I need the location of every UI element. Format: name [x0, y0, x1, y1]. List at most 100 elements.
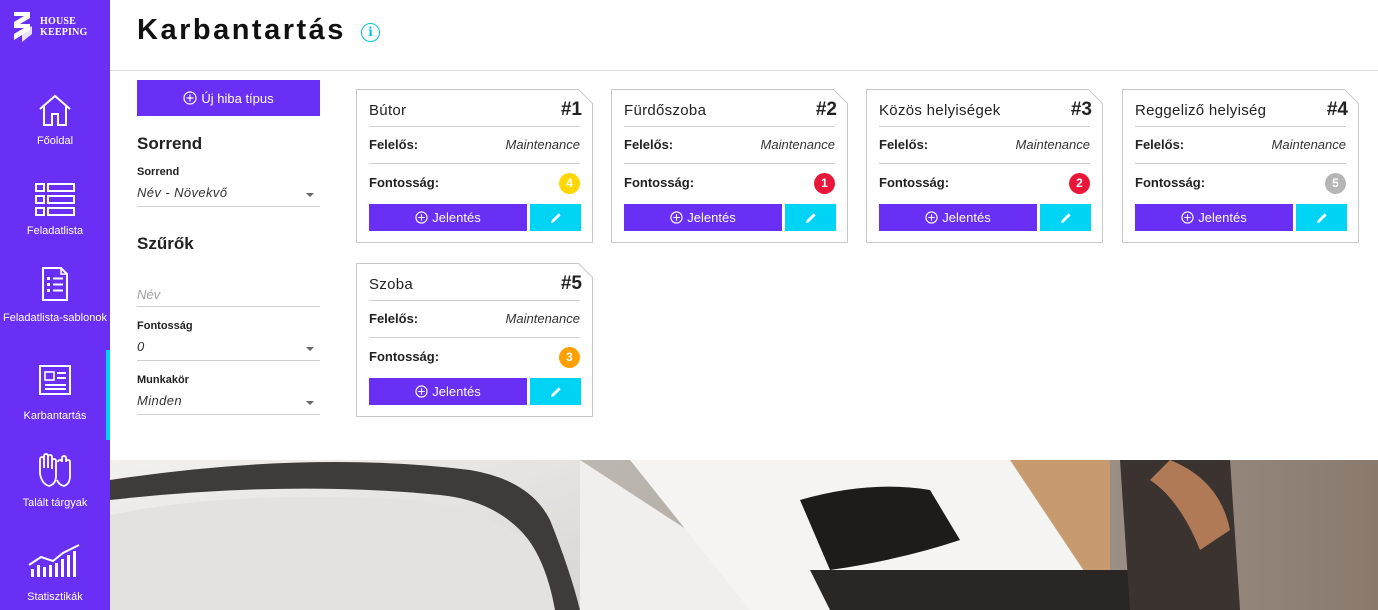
- caret-down-icon: [306, 347, 314, 351]
- fault-type-card: Reggeliző helyiség #4 Felelős: Maintenance F…: [1122, 89, 1359, 243]
- maintenance-document-icon: [39, 365, 71, 395]
- sidebar-item-maintenance[interactable]: Karbantartás: [0, 364, 110, 424]
- edit-button[interactable]: [530, 378, 581, 405]
- card-title: Bútor: [369, 102, 407, 119]
- report-button[interactable]: Jelentés: [1135, 204, 1293, 231]
- card-divider: [369, 126, 580, 127]
- priority-badge: 1: [814, 173, 835, 194]
- card-title: Fürdőszoba: [624, 102, 707, 119]
- home-icon: [39, 94, 71, 126]
- responsible-label: Felelős:: [1135, 137, 1185, 152]
- role-label: Munkakör: [137, 374, 189, 386]
- card-number: #1: [560, 99, 582, 120]
- card-divider: [624, 163, 835, 164]
- sidebar-item-tasklist-templates[interactable]: Feladatlista-sablonok: [0, 266, 110, 326]
- sidebar-item-tasklist[interactable]: Feladatlista: [0, 182, 110, 239]
- active-indicator: [106, 350, 110, 440]
- report-button[interactable]: Jelentés: [879, 204, 1037, 231]
- pencil-icon: [805, 212, 816, 223]
- sidebar-item-label: Statisztikák: [27, 591, 83, 603]
- report-button[interactable]: Jelentés: [624, 204, 782, 231]
- plus-circle-icon: [415, 385, 428, 398]
- responsible-label: Felelős:: [369, 137, 419, 152]
- sort-select-value: Név - Növekvő: [137, 185, 228, 200]
- edit-button[interactable]: [530, 204, 581, 231]
- card-number: #2: [815, 99, 837, 120]
- fault-type-card: Fürdőszoba #2 Felelős: Maintenance Fontosság…: [611, 89, 848, 243]
- card-number: #4: [1326, 99, 1348, 120]
- pencil-icon: [1316, 212, 1327, 223]
- priority-label: Fontosság:: [624, 175, 695, 190]
- priority-label: Fontosság:: [879, 175, 950, 190]
- pencil-icon: [1060, 212, 1071, 223]
- plus-circle-icon: [415, 211, 428, 224]
- caret-down-icon: [306, 193, 314, 197]
- sidebar-item-statistics[interactable]: Statisztikák: [0, 543, 110, 605]
- fault-type-card: Bútor #1 Felelős: Maintenance Fontosság: 4 Jel…: [356, 89, 593, 243]
- priority-badge: 3: [559, 347, 580, 368]
- sidebar-item-label: Főoldal: [36, 135, 74, 147]
- name-filter-input[interactable]: [137, 282, 320, 307]
- report-button[interactable]: Jelentés: [369, 204, 527, 231]
- sidebar-item-lost-found[interactable]: Talált tárgyak: [0, 452, 110, 511]
- edit-button[interactable]: [785, 204, 836, 231]
- sidebar-item-label: Karbantartás: [23, 410, 87, 422]
- sort-label: Sorrend: [137, 166, 180, 178]
- report-button-label: Jelentés: [432, 384, 481, 399]
- card-divider: [369, 163, 580, 164]
- pencil-icon: [550, 386, 561, 397]
- card-divider: [369, 300, 580, 301]
- card-divider: [879, 163, 1090, 164]
- gloves-icon: [39, 453, 71, 487]
- page-header: Karbantartás i: [110, 0, 1378, 71]
- fault-type-card: Közös helyiségek #3 Felelős: Maintenance Fon…: [866, 89, 1103, 243]
- plus-circle-icon: [670, 211, 683, 224]
- sidebar-item-home[interactable]: Főoldal: [0, 92, 110, 149]
- filters-heading: Szűrők: [137, 234, 194, 253]
- card-number: #3: [1070, 99, 1092, 120]
- responsible-value: Maintenance: [1015, 137, 1090, 152]
- priority-label: Fontosság:: [369, 349, 440, 364]
- card-number: #5: [560, 273, 582, 294]
- priority-badge: 5: [1325, 173, 1346, 194]
- fault-type-card: Szoba #5 Felelős: Maintenance Fontosság: 3 Jel…: [356, 263, 593, 417]
- sort-heading: Sorrend: [137, 134, 203, 153]
- priority-select[interactable]: 0: [137, 337, 320, 361]
- plus-circle-icon: [183, 91, 197, 105]
- logo-text-line1: HOUSE: [40, 16, 77, 27]
- plus-circle-icon: [925, 211, 938, 224]
- background-photo: [110, 460, 1378, 610]
- card-divider: [879, 126, 1090, 127]
- card-title: Közös helyiségek: [879, 102, 1001, 119]
- priority-badge: 4: [559, 173, 580, 194]
- report-button-label: Jelentés: [942, 210, 991, 225]
- priority-badge: 2: [1069, 173, 1090, 194]
- card-divider: [624, 126, 835, 127]
- priority-label: Fontosság:: [369, 175, 440, 190]
- report-button-label: Jelentés: [687, 210, 736, 225]
- responsible-value: Maintenance: [760, 137, 835, 152]
- app-logo[interactable]: HOUSE KEEPING: [8, 10, 88, 44]
- sort-select[interactable]: Név - Növekvő: [137, 183, 320, 207]
- card-divider: [369, 337, 580, 338]
- info-icon[interactable]: i: [361, 23, 380, 42]
- edit-button[interactable]: [1296, 204, 1347, 231]
- role-select[interactable]: Minden: [137, 391, 320, 415]
- report-button[interactable]: Jelentés: [369, 378, 527, 405]
- sidebar-item-label: Talált tárgyak: [22, 497, 88, 509]
- card-title: Reggeliző helyiség: [1135, 102, 1267, 119]
- priority-label: Fontosság: [137, 320, 193, 332]
- sidebar-item-label: Feladatlista: [26, 225, 84, 237]
- role-select-value: Minden: [137, 393, 183, 408]
- card-divider: [1135, 163, 1346, 164]
- responsible-value: Maintenance: [505, 311, 580, 326]
- list-icon: [35, 183, 75, 216]
- edit-button[interactable]: [1040, 204, 1091, 231]
- chart-icon: [28, 544, 80, 577]
- pencil-icon: [550, 212, 561, 223]
- priority-label: Fontosság:: [1135, 175, 1206, 190]
- new-fault-type-button[interactable]: Új hiba típus: [137, 80, 320, 116]
- card-title: Szoba: [369, 276, 414, 293]
- responsible-value: Maintenance: [505, 137, 580, 152]
- priority-select-value: 0: [137, 339, 145, 354]
